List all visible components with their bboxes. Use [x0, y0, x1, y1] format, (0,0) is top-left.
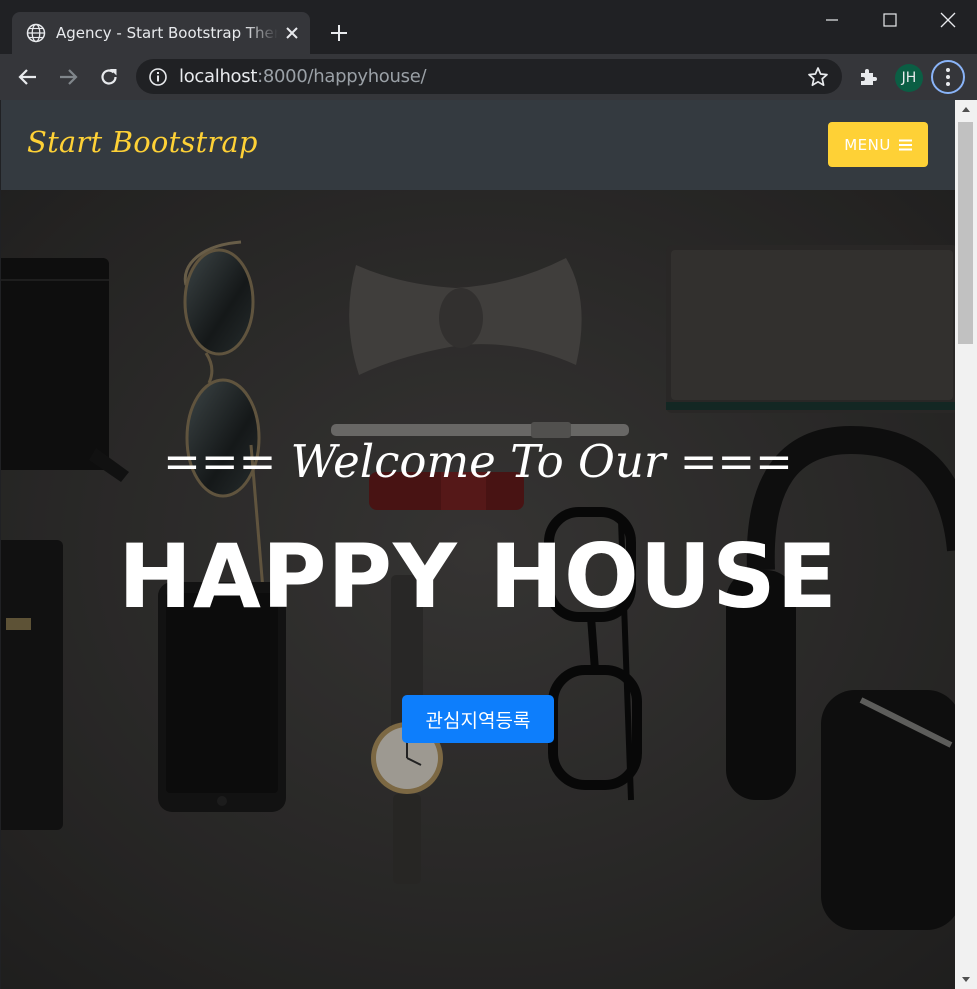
- scroll-up-arrow-icon[interactable]: [955, 100, 977, 118]
- scrollbar-thumb[interactable]: [958, 122, 973, 344]
- register-area-button[interactable]: 관심지역등록: [402, 695, 554, 743]
- browser-tabstrip: Agency - Start Bootstrap Theme: [0, 0, 977, 54]
- plus-icon[interactable]: [326, 20, 352, 46]
- forward-button[interactable]: [54, 63, 82, 91]
- close-icon: [940, 12, 956, 28]
- extensions-button[interactable]: [854, 63, 882, 91]
- close-window-button[interactable]: [919, 0, 977, 40]
- menu-button[interactable]: MENU: [828, 122, 928, 167]
- url-path: :8000/happyhouse/: [257, 66, 427, 87]
- page-viewport: Start Bootstrap MENU === Welcome To Our …: [1, 100, 955, 989]
- globe-icon: [26, 23, 46, 43]
- maximize-window-button[interactable]: [861, 0, 919, 40]
- info-icon[interactable]: [148, 67, 168, 87]
- close-icon[interactable]: [283, 24, 301, 42]
- url-text[interactable]: localhost:8000/happyhouse/: [179, 66, 427, 87]
- back-button[interactable]: [14, 63, 42, 91]
- address-bar[interactable]: localhost:8000/happyhouse/: [136, 59, 842, 94]
- puzzle-icon: [861, 69, 877, 85]
- browser-tab-active[interactable]: Agency - Start Bootstrap Theme: [12, 12, 310, 54]
- profile-avatar[interactable]: JH: [895, 64, 923, 92]
- bookmark-star-icon[interactable]: [806, 65, 830, 89]
- browser-toolbar: localhost:8000/happyhouse/ JH: [0, 54, 977, 100]
- site-navbar: Start Bootstrap MENU: [1, 100, 955, 190]
- brand-logo[interactable]: Start Bootstrap: [27, 125, 258, 159]
- hero-section: === Welcome To Our === HAPPY HOUSE 관심지역등…: [1, 190, 955, 989]
- arrow-right-icon: [60, 69, 78, 85]
- tab-title: Agency - Start Bootstrap Theme: [56, 24, 278, 42]
- minimize-window-button[interactable]: [803, 0, 861, 40]
- hero-heading: HAPPY HOUSE: [118, 525, 838, 628]
- browser-menu-button[interactable]: [931, 60, 965, 94]
- minimize-icon: [826, 19, 838, 21]
- reload-button[interactable]: [95, 63, 123, 91]
- scroll-down-arrow-icon[interactable]: [955, 971, 977, 989]
- hero-subheading: === Welcome To Our ===: [163, 435, 793, 488]
- maximize-icon: [883, 13, 897, 27]
- kebab-menu-icon: [946, 67, 950, 88]
- menu-label: MENU: [844, 135, 891, 154]
- page-scrollbar[interactable]: [955, 100, 977, 989]
- reload-icon: [101, 69, 117, 85]
- url-host: localhost: [179, 66, 258, 87]
- arrow-left-icon: [18, 69, 36, 85]
- hamburger-icon: [898, 139, 912, 150]
